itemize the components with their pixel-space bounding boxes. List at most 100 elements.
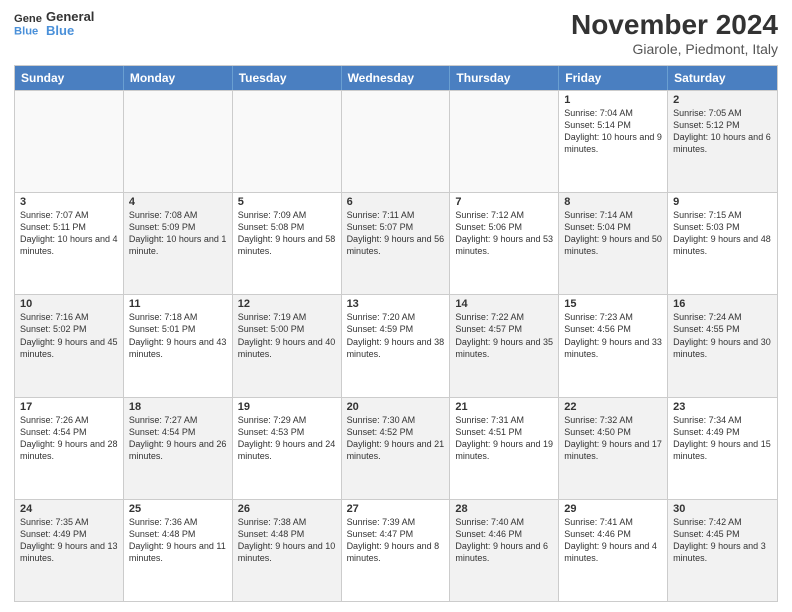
day-number: 13: [347, 298, 445, 310]
cal-week-5: 24Sunrise: 7:35 AM Sunset: 4:49 PM Dayli…: [15, 499, 777, 601]
day-number: 21: [455, 401, 553, 413]
cal-cell: 25Sunrise: 7:36 AM Sunset: 4:48 PM Dayli…: [124, 500, 233, 601]
day-info: Sunrise: 7:22 AM Sunset: 4:57 PM Dayligh…: [455, 311, 553, 360]
day-number: 15: [564, 298, 662, 310]
day-number: 10: [20, 298, 118, 310]
day-number: 14: [455, 298, 553, 310]
cal-cell: 4Sunrise: 7:08 AM Sunset: 5:09 PM Daylig…: [124, 193, 233, 294]
day-info: Sunrise: 7:36 AM Sunset: 4:48 PM Dayligh…: [129, 516, 227, 565]
cal-cell: 20Sunrise: 7:30 AM Sunset: 4:52 PM Dayli…: [342, 398, 451, 499]
title-block: November 2024 Giarole, Piedmont, Italy: [571, 10, 778, 57]
day-number: 16: [673, 298, 772, 310]
logo: General Blue General Blue: [14, 10, 94, 39]
cal-cell: 10Sunrise: 7:16 AM Sunset: 5:02 PM Dayli…: [15, 295, 124, 396]
day-info: Sunrise: 7:42 AM Sunset: 4:45 PM Dayligh…: [673, 516, 772, 565]
day-number: 5: [238, 196, 336, 208]
cal-cell: 29Sunrise: 7:41 AM Sunset: 4:46 PM Dayli…: [559, 500, 668, 601]
day-info: Sunrise: 7:39 AM Sunset: 4:47 PM Dayligh…: [347, 516, 445, 565]
day-number: 6: [347, 196, 445, 208]
cal-cell: 15Sunrise: 7:23 AM Sunset: 4:56 PM Dayli…: [559, 295, 668, 396]
day-info: Sunrise: 7:26 AM Sunset: 4:54 PM Dayligh…: [20, 414, 118, 463]
day-info: Sunrise: 7:09 AM Sunset: 5:08 PM Dayligh…: [238, 209, 336, 258]
day-info: Sunrise: 7:18 AM Sunset: 5:01 PM Dayligh…: [129, 311, 227, 360]
svg-text:Blue: Blue: [14, 26, 38, 38]
cal-header-tuesday: Tuesday: [233, 66, 342, 90]
day-info: Sunrise: 7:38 AM Sunset: 4:48 PM Dayligh…: [238, 516, 336, 565]
day-number: 12: [238, 298, 336, 310]
day-info: Sunrise: 7:12 AM Sunset: 5:06 PM Dayligh…: [455, 209, 553, 258]
day-info: Sunrise: 7:16 AM Sunset: 5:02 PM Dayligh…: [20, 311, 118, 360]
day-info: Sunrise: 7:20 AM Sunset: 4:59 PM Dayligh…: [347, 311, 445, 360]
day-number: 30: [673, 503, 772, 515]
day-number: 9: [673, 196, 772, 208]
day-info: Sunrise: 7:08 AM Sunset: 5:09 PM Dayligh…: [129, 209, 227, 258]
cal-cell: 8Sunrise: 7:14 AM Sunset: 5:04 PM Daylig…: [559, 193, 668, 294]
cal-cell: 3Sunrise: 7:07 AM Sunset: 5:11 PM Daylig…: [15, 193, 124, 294]
cal-cell: [124, 91, 233, 192]
cal-cell: 9Sunrise: 7:15 AM Sunset: 5:03 PM Daylig…: [668, 193, 777, 294]
day-info: Sunrise: 7:14 AM Sunset: 5:04 PM Dayligh…: [564, 209, 662, 258]
cal-cell: 2Sunrise: 7:05 AM Sunset: 5:12 PM Daylig…: [668, 91, 777, 192]
day-number: 4: [129, 196, 227, 208]
cal-week-4: 17Sunrise: 7:26 AM Sunset: 4:54 PM Dayli…: [15, 397, 777, 499]
day-info: Sunrise: 7:32 AM Sunset: 4:50 PM Dayligh…: [564, 414, 662, 463]
day-info: Sunrise: 7:23 AM Sunset: 4:56 PM Dayligh…: [564, 311, 662, 360]
cal-cell: [15, 91, 124, 192]
cal-cell: 12Sunrise: 7:19 AM Sunset: 5:00 PM Dayli…: [233, 295, 342, 396]
logo-icon: General Blue: [14, 10, 42, 38]
day-number: 3: [20, 196, 118, 208]
cal-cell: 1Sunrise: 7:04 AM Sunset: 5:14 PM Daylig…: [559, 91, 668, 192]
day-number: 7: [455, 196, 553, 208]
day-info: Sunrise: 7:27 AM Sunset: 4:54 PM Dayligh…: [129, 414, 227, 463]
day-number: 11: [129, 298, 227, 310]
cal-cell: 26Sunrise: 7:38 AM Sunset: 4:48 PM Dayli…: [233, 500, 342, 601]
cal-cell: 21Sunrise: 7:31 AM Sunset: 4:51 PM Dayli…: [450, 398, 559, 499]
day-info: Sunrise: 7:04 AM Sunset: 5:14 PM Dayligh…: [564, 107, 662, 156]
cal-header-friday: Friday: [559, 66, 668, 90]
day-info: Sunrise: 7:34 AM Sunset: 4:49 PM Dayligh…: [673, 414, 772, 463]
cal-cell: [342, 91, 451, 192]
day-number: 8: [564, 196, 662, 208]
cal-cell: 14Sunrise: 7:22 AM Sunset: 4:57 PM Dayli…: [450, 295, 559, 396]
logo-line2: Blue: [46, 24, 94, 38]
cal-header-wednesday: Wednesday: [342, 66, 451, 90]
cal-cell: 6Sunrise: 7:11 AM Sunset: 5:07 PM Daylig…: [342, 193, 451, 294]
calendar-header: SundayMondayTuesdayWednesdayThursdayFrid…: [15, 66, 777, 90]
cal-cell: 28Sunrise: 7:40 AM Sunset: 4:46 PM Dayli…: [450, 500, 559, 601]
day-number: 17: [20, 401, 118, 413]
day-info: Sunrise: 7:24 AM Sunset: 4:55 PM Dayligh…: [673, 311, 772, 360]
day-info: Sunrise: 7:40 AM Sunset: 4:46 PM Dayligh…: [455, 516, 553, 565]
page: General Blue General Blue November 2024 …: [0, 0, 792, 612]
cal-week-1: 1Sunrise: 7:04 AM Sunset: 5:14 PM Daylig…: [15, 90, 777, 192]
cal-cell: [233, 91, 342, 192]
day-number: 1: [564, 94, 662, 106]
cal-header-thursday: Thursday: [450, 66, 559, 90]
cal-header-saturday: Saturday: [668, 66, 777, 90]
day-number: 19: [238, 401, 336, 413]
day-info: Sunrise: 7:31 AM Sunset: 4:51 PM Dayligh…: [455, 414, 553, 463]
cal-cell: 30Sunrise: 7:42 AM Sunset: 4:45 PM Dayli…: [668, 500, 777, 601]
day-info: Sunrise: 7:15 AM Sunset: 5:03 PM Dayligh…: [673, 209, 772, 258]
day-number: 27: [347, 503, 445, 515]
header: General Blue General Blue November 2024 …: [14, 10, 778, 57]
day-number: 22: [564, 401, 662, 413]
cal-cell: 19Sunrise: 7:29 AM Sunset: 4:53 PM Dayli…: [233, 398, 342, 499]
cal-cell: 18Sunrise: 7:27 AM Sunset: 4:54 PM Dayli…: [124, 398, 233, 499]
calendar-body: 1Sunrise: 7:04 AM Sunset: 5:14 PM Daylig…: [15, 90, 777, 601]
day-info: Sunrise: 7:07 AM Sunset: 5:11 PM Dayligh…: [20, 209, 118, 258]
day-info: Sunrise: 7:30 AM Sunset: 4:52 PM Dayligh…: [347, 414, 445, 463]
day-info: Sunrise: 7:29 AM Sunset: 4:53 PM Dayligh…: [238, 414, 336, 463]
cal-header-sunday: Sunday: [15, 66, 124, 90]
cal-cell: 17Sunrise: 7:26 AM Sunset: 4:54 PM Dayli…: [15, 398, 124, 499]
cal-cell: 16Sunrise: 7:24 AM Sunset: 4:55 PM Dayli…: [668, 295, 777, 396]
cal-header-monday: Monday: [124, 66, 233, 90]
svg-text:General: General: [14, 13, 42, 25]
day-info: Sunrise: 7:19 AM Sunset: 5:00 PM Dayligh…: [238, 311, 336, 360]
day-number: 26: [238, 503, 336, 515]
cal-cell: 24Sunrise: 7:35 AM Sunset: 4:49 PM Dayli…: [15, 500, 124, 601]
cal-cell: 7Sunrise: 7:12 AM Sunset: 5:06 PM Daylig…: [450, 193, 559, 294]
day-number: 24: [20, 503, 118, 515]
day-info: Sunrise: 7:41 AM Sunset: 4:46 PM Dayligh…: [564, 516, 662, 565]
cal-cell: [450, 91, 559, 192]
cal-cell: 5Sunrise: 7:09 AM Sunset: 5:08 PM Daylig…: [233, 193, 342, 294]
